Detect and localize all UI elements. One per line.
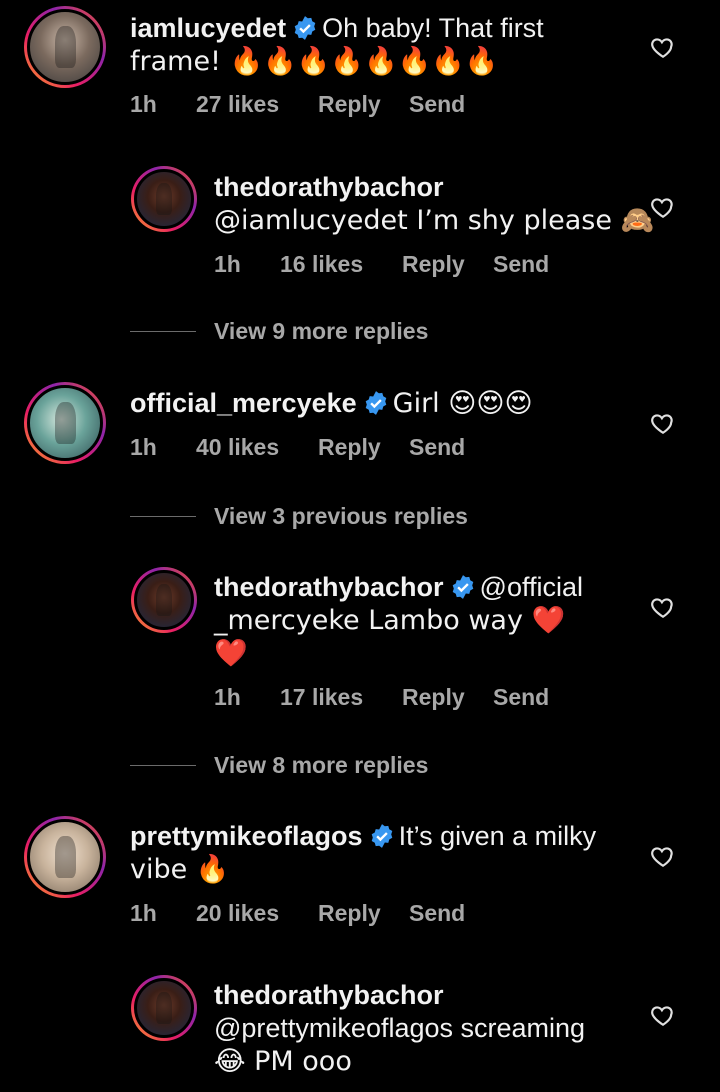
divider	[130, 331, 196, 332]
heart-icon[interactable]	[650, 194, 676, 220]
avatar[interactable]	[131, 166, 197, 232]
send-button[interactable]: Send	[493, 251, 549, 278]
verified-badge-icon	[294, 16, 316, 40]
likes-count[interactable]: 27 likes	[196, 91, 318, 118]
avatar[interactable]	[24, 6, 106, 88]
username[interactable]: iamlucyedet	[130, 13, 286, 43]
comment-text: Oh baby! That first	[322, 13, 544, 43]
heart-icon[interactable]	[650, 843, 676, 869]
heart-icon[interactable]	[650, 1002, 676, 1028]
send-button[interactable]: Send	[409, 900, 465, 927]
comment-text: @official	[479, 572, 583, 602]
comment-text: frame! 🔥🔥🔥🔥🔥🔥🔥🔥	[130, 46, 499, 77]
send-button[interactable]: Send	[409, 434, 465, 461]
comment-text: ❤️	[214, 638, 248, 669]
comment-text: _mercyeke Lambo way ❤️	[214, 605, 566, 636]
avatar[interactable]	[131, 975, 197, 1041]
view-replies-label[interactable]: View 3 previous replies	[214, 503, 468, 530]
username[interactable]: thedorathybachor	[214, 572, 444, 602]
reply-button[interactable]: Reply	[318, 91, 409, 118]
username[interactable]: thedorathybachor	[214, 980, 444, 1010]
likes-count[interactable]: 40 likes	[196, 434, 318, 461]
divider	[130, 765, 196, 766]
timestamp: 1h	[214, 251, 241, 277]
verified-badge-icon	[371, 824, 392, 848]
timestamp: 1h	[130, 900, 157, 926]
comment-text: vibe 🔥	[130, 854, 230, 885]
view-more-replies[interactable]: View 8 more replies	[130, 752, 428, 779]
timestamp: 1h	[130, 91, 157, 117]
reply-button[interactable]: Reply	[402, 684, 493, 711]
username[interactable]: official_mercyeke	[130, 388, 357, 418]
comment-text: @iamlucyedet I’m shy please 🙈	[214, 205, 655, 236]
send-button[interactable]: Send	[409, 91, 465, 118]
divider	[130, 516, 196, 517]
verified-badge-icon	[365, 391, 386, 415]
comment-text: It’s given a milky	[398, 821, 597, 851]
heart-icon[interactable]	[650, 34, 676, 60]
verified-badge-icon	[452, 575, 473, 599]
comment-text: @prettymikeoflagos screaming	[214, 1013, 586, 1043]
view-previous-replies[interactable]: View 3 previous replies	[130, 503, 468, 530]
comment-text: Girl 😍😍😍	[392, 388, 533, 419]
likes-count[interactable]: 20 likes	[196, 900, 318, 927]
likes-count[interactable]: 17 likes	[280, 684, 402, 711]
username[interactable]: thedorathybachor	[214, 172, 444, 202]
view-more-replies[interactable]: View 9 more replies	[130, 318, 428, 345]
heart-icon[interactable]	[650, 594, 676, 620]
comment-text: 😂 PM ooo	[214, 1046, 352, 1077]
send-button[interactable]: Send	[493, 684, 549, 711]
view-replies-label[interactable]: View 8 more replies	[214, 752, 428, 779]
timestamp: 1h	[214, 684, 241, 710]
reply-button[interactable]: Reply	[318, 900, 409, 927]
timestamp: 1h	[130, 434, 157, 460]
username[interactable]: prettymikeoflagos	[130, 821, 363, 851]
likes-count[interactable]: 16 likes	[280, 251, 402, 278]
avatar[interactable]	[131, 567, 197, 633]
avatar[interactable]	[24, 382, 106, 464]
avatar[interactable]	[24, 816, 106, 898]
reply-button[interactable]: Reply	[318, 434, 409, 461]
heart-icon[interactable]	[650, 410, 676, 436]
reply-button[interactable]: Reply	[402, 251, 493, 278]
view-replies-label[interactable]: View 9 more replies	[214, 318, 428, 345]
